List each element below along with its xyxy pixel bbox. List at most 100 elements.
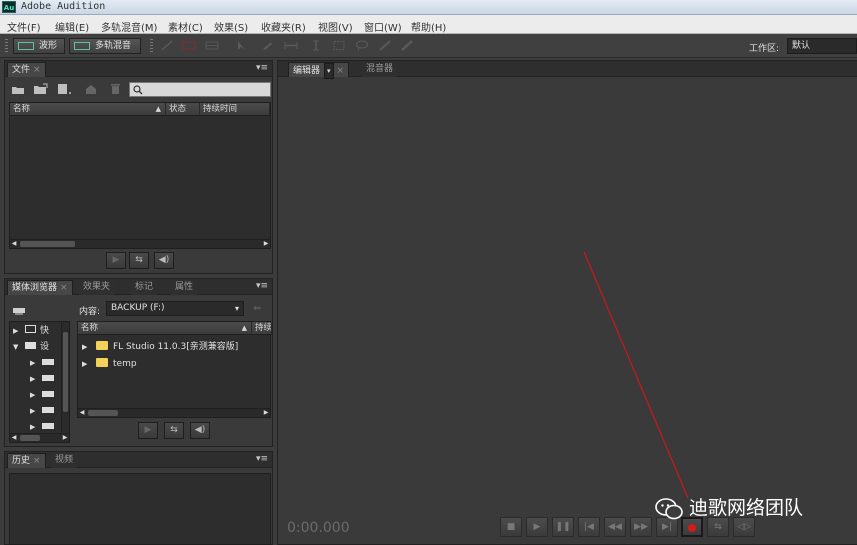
brush-tool-icon[interactable]: [378, 40, 392, 51]
column-header-name[interactable]: 名称 ▲: [10, 103, 166, 116]
tab-files[interactable]: 文件 ×: [7, 62, 46, 77]
tree-item-computer[interactable]: ▼ 设: [13, 340, 49, 354]
go-to-end-button[interactable]: ▶|: [656, 517, 678, 537]
expand-icon[interactable]: ▶: [82, 340, 90, 354]
spectral-tool-icon[interactable]: [160, 40, 174, 51]
menu-window[interactable]: 窗口(W): [364, 19, 402, 34]
editor-tab-bar: 编辑器 ▾ × 混音器: [278, 61, 857, 79]
move-tool-icon[interactable]: [236, 40, 250, 51]
new-file-icon[interactable]: [57, 83, 73, 95]
menu-effects[interactable]: 效果(S): [214, 19, 248, 34]
tree-item-drive[interactable]: ▶: [30, 356, 54, 370]
auto-play-button[interactable]: ◀): [154, 252, 174, 269]
search-input[interactable]: [129, 82, 271, 97]
tab-history[interactable]: 历史 ×: [7, 453, 46, 468]
menu-clip[interactable]: 素材(C): [168, 19, 203, 34]
workspace-select[interactable]: 默认: [787, 38, 857, 54]
tab-editor[interactable]: 编辑器 ▾ ×: [288, 62, 350, 79]
chevron-down-icon[interactable]: ▾: [324, 63, 334, 79]
close-icon[interactable]: ×: [60, 283, 68, 293]
rewind-button[interactable]: ◀◀: [604, 517, 626, 537]
multitrack-view-button[interactable]: 多轨混音: [69, 38, 141, 54]
close-icon[interactable]: ×: [337, 66, 345, 76]
title-bar: Au Adobe Audition: [0, 0, 857, 15]
back-arrow-icon[interactable]: ⇐: [253, 303, 261, 314]
play-preview-button[interactable]: ▶: [138, 422, 158, 439]
multitrack-icon: [74, 42, 90, 50]
panel-menu-icon[interactable]: ▾≡: [256, 281, 268, 291]
history-list[interactable]: [9, 473, 271, 545]
scroll-right-icon[interactable]: ▶: [262, 240, 270, 248]
waveform-view-label: 波形: [39, 41, 58, 51]
time-selection-tool-icon[interactable]: [309, 40, 323, 51]
tree-horizontal-scrollbar[interactable]: ◀ ▶: [10, 433, 69, 442]
open-folder-icon[interactable]: [11, 84, 25, 95]
marquee-tool-icon[interactable]: [332, 40, 346, 51]
tree-item-drive[interactable]: ▶: [30, 420, 54, 434]
tab-markers[interactable]: 标记: [131, 280, 158, 295]
go-to-start-button[interactable]: |◀: [578, 517, 600, 537]
column-header-name[interactable]: 名称 ▲: [78, 322, 252, 335]
tab-properties[interactable]: 属性: [171, 280, 198, 295]
skip-selection-button[interactable]: ◁▷: [733, 517, 755, 537]
drive-icon[interactable]: [12, 306, 26, 316]
tab-media-browser[interactable]: 媒体浏览器 ×: [7, 280, 73, 295]
auto-play-button[interactable]: ◀): [190, 422, 210, 439]
tree-item-drive[interactable]: ▶: [30, 372, 54, 386]
media-file-list[interactable]: 名称 ▲ 持续 ▶ FL Studio 11.0.3[亲测兼容版] ▶ temp ◀ ▶: [77, 321, 272, 418]
watermark: 迪歌网络团队: [655, 493, 803, 520]
loop-playback-button[interactable]: ⇆: [707, 517, 729, 537]
fast-forward-button[interactable]: ▶▶: [630, 517, 652, 537]
tree-item-shortcuts[interactable]: ▶ 快: [13, 324, 49, 338]
menu-edit[interactable]: 编辑(E): [55, 19, 89, 34]
folder-tree[interactable]: ▶ 快 ▼ 设 ▶ ▶ ▶ ▶ ▶ ◀ ▶: [9, 321, 70, 443]
record-icon: [688, 524, 696, 532]
slip-tool-icon[interactable]: [284, 40, 298, 51]
menu-multitrack[interactable]: 多轨混音(M): [101, 19, 157, 34]
list-item-folder[interactable]: ▶ temp: [82, 357, 137, 371]
content-location-select[interactable]: BACKUP (F:) ▾: [106, 301, 244, 316]
toolbar-grip[interactable]: [5, 39, 8, 53]
tab-video[interactable]: 视频: [51, 453, 78, 468]
close-icon[interactable]: ×: [33, 456, 41, 466]
column-header-duration[interactable]: 持续时间: [200, 103, 270, 116]
tree-item-drive[interactable]: ▶: [30, 404, 54, 418]
loop-preview-button[interactable]: ⇆: [164, 422, 184, 439]
stop-button[interactable]: ■: [500, 517, 522, 537]
close-icon[interactable]: ×: [33, 65, 41, 75]
panel-menu-icon[interactable]: ▾≡: [256, 63, 268, 73]
tab-mixer[interactable]: 混音器: [362, 62, 398, 77]
play-preview-button[interactable]: ▶: [106, 252, 126, 269]
files-horizontal-scrollbar[interactable]: ◀ ▶: [10, 239, 270, 248]
pause-button[interactable]: ❚❚: [552, 517, 574, 537]
record-button[interactable]: [681, 517, 703, 537]
tree-vertical-scrollbar[interactable]: [61, 322, 69, 432]
panel-menu-icon[interactable]: ▾≡: [256, 454, 268, 464]
scroll-left-icon[interactable]: ◀: [10, 240, 18, 248]
toolbar-grip-2[interactable]: [150, 39, 153, 53]
delete-icon[interactable]: [110, 83, 121, 95]
waveform-view-button[interactable]: 波形: [13, 38, 65, 54]
menu-view[interactable]: 视图(V): [318, 19, 353, 34]
expand-icon[interactable]: ▶: [82, 357, 90, 371]
tab-effects-rack[interactable]: 效果夹: [79, 280, 115, 295]
spot-healing-tool-icon[interactable]: [400, 40, 414, 51]
menu-favorites[interactable]: 收藏夹(R): [261, 19, 306, 34]
tree-item-drive[interactable]: ▶: [30, 388, 54, 402]
files-list[interactable]: 名称 ▲ 状态 持续时间 ◀ ▶: [9, 102, 271, 249]
column-header-duration[interactable]: 持续: [252, 322, 272, 335]
play-button[interactable]: ▶: [526, 517, 548, 537]
lasso-tool-icon[interactable]: [355, 40, 369, 51]
scroll-thumb[interactable]: [20, 241, 75, 247]
list-item-folder[interactable]: ▶ FL Studio 11.0.3[亲测兼容版]: [82, 340, 238, 354]
media-horizontal-scrollbar[interactable]: ◀ ▶: [78, 408, 270, 417]
menu-help[interactable]: 帮助(H): [411, 19, 446, 34]
loop-preview-button[interactable]: ⇆: [129, 252, 149, 269]
pitch-display-icon[interactable]: [205, 40, 219, 51]
insert-into-multitrack-icon[interactable]: [84, 83, 98, 95]
import-file-icon[interactable]: [33, 83, 49, 95]
razor-tool-icon[interactable]: [260, 40, 274, 51]
column-header-status[interactable]: 状态: [166, 103, 200, 116]
frequency-display-icon[interactable]: [182, 40, 196, 51]
menu-file[interactable]: 文件(F): [7, 19, 41, 34]
